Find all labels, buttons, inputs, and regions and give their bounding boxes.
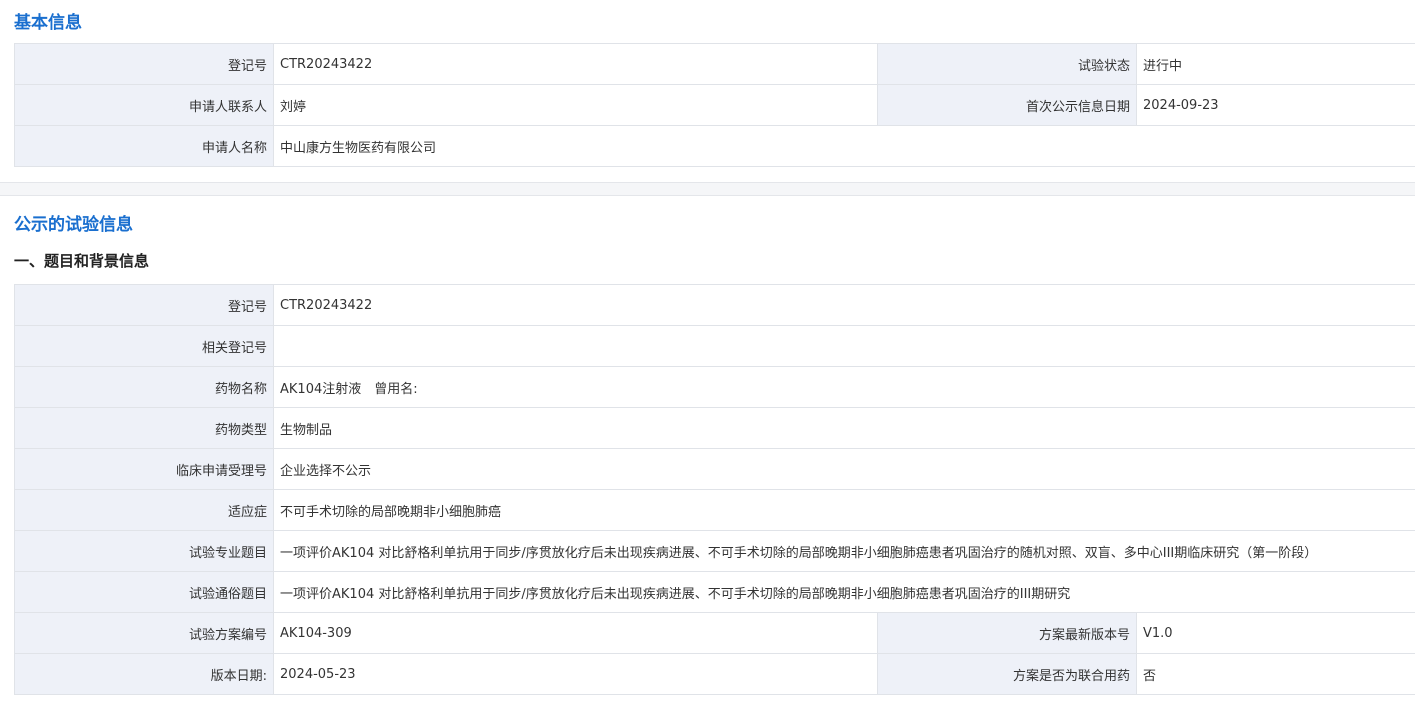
combination-therapy-value: 否 <box>1135 653 1415 695</box>
field-label: 申请人名称 <box>14 125 274 167</box>
protocol-number-value: AK104-309 <box>273 612 878 654</box>
table-row: 申请人联系人 刘婷 首次公示信息日期 2024-09-23 <box>14 84 1415 126</box>
basic-info-table: 登记号 CTR20243422 试验状态 进行中 申请人联系人 刘婷 首次公示信… <box>14 43 1415 167</box>
scientific-title-value: 一项评价AK104 对比舒格利单抗用于同步/序贯放化疗后未出现疾病进展、不可手术… <box>272 530 1415 572</box>
trial-info-table: 登记号 CTR20243422 相关登记号 药物名称 AK104注射液 曾用名:… <box>14 284 1415 695</box>
applicant-name-value: 中山康方生物医药有限公司 <box>273 125 1415 167</box>
field-label: 试验通俗题目 <box>14 571 274 613</box>
applicant-contact-value: 刘婷 <box>273 84 878 126</box>
table-row: 登记号 CTR20243422 试验状态 进行中 <box>14 43 1415 85</box>
registration-number-value: CTR20243422 <box>273 43 878 85</box>
registration-number-value: CTR20243422 <box>272 284 1415 326</box>
basic-info-title: 基本信息 <box>14 13 82 33</box>
protocol-version-value: V1.0 <box>1135 612 1415 654</box>
field-label: 登记号 <box>14 284 274 326</box>
indication-value: 不可手术切除的局部晚期非小细胞肺癌 <box>272 489 1415 531</box>
related-registration-value <box>272 325 1415 367</box>
version-date-value: 2024-05-23 <box>273 653 878 695</box>
drug-name-value: AK104注射液 曾用名: <box>272 366 1415 408</box>
field-label: 药物类型 <box>14 407 274 449</box>
field-label: 方案最新版本号 <box>877 612 1137 654</box>
acceptance-number-value: 企业选择不公示 <box>272 448 1415 490</box>
field-label: 临床申请受理号 <box>14 448 274 490</box>
table-row: 临床申请受理号 企业选择不公示 <box>14 448 1415 490</box>
first-publication-date-value: 2024-09-23 <box>1136 84 1415 126</box>
trial-status-value: 进行中 <box>1136 43 1415 85</box>
field-label: 申请人联系人 <box>14 84 274 126</box>
field-label: 适应症 <box>14 489 274 531</box>
table-row: 版本日期: 2024-05-23 方案是否为联合用药 否 <box>14 653 1415 695</box>
public-title-value: 一项评价AK104 对比舒格利单抗用于同步/序贯放化疗后未出现疾病进展、不可手术… <box>272 571 1415 613</box>
section-divider <box>0 182 1415 196</box>
table-row: 试验通俗题目 一项评价AK104 对比舒格利单抗用于同步/序贯放化疗后未出现疾病… <box>14 571 1415 613</box>
field-label: 试验专业题目 <box>14 530 274 572</box>
table-row: 试验专业题目 一项评价AK104 对比舒格利单抗用于同步/序贯放化疗后未出现疾病… <box>14 530 1415 572</box>
field-label: 版本日期: <box>14 653 274 695</box>
table-row: 药物类型 生物制品 <box>14 407 1415 449</box>
trial-background-subtitle: 一、题目和背景信息 <box>14 252 150 270</box>
table-row: 相关登记号 <box>14 325 1415 367</box>
table-row: 申请人名称 中山康方生物医药有限公司 <box>14 125 1415 167</box>
table-row: 药物名称 AK104注射液 曾用名: <box>14 366 1415 408</box>
drug-type-value: 生物制品 <box>272 407 1415 449</box>
field-label: 试验方案编号 <box>14 612 274 654</box>
field-label: 相关登记号 <box>14 325 274 367</box>
field-label: 试验状态 <box>877 43 1137 85</box>
table-row: 试验方案编号 AK104-309 方案最新版本号 V1.0 <box>14 612 1415 654</box>
table-row: 登记号 CTR20243422 <box>14 284 1415 326</box>
field-label: 登记号 <box>14 43 274 85</box>
field-label: 药物名称 <box>14 366 274 408</box>
field-label: 方案是否为联合用药 <box>877 653 1137 695</box>
field-label: 首次公示信息日期 <box>877 84 1137 126</box>
table-row: 适应症 不可手术切除的局部晚期非小细胞肺癌 <box>14 489 1415 531</box>
trial-info-title: 公示的试验信息 <box>14 215 133 235</box>
